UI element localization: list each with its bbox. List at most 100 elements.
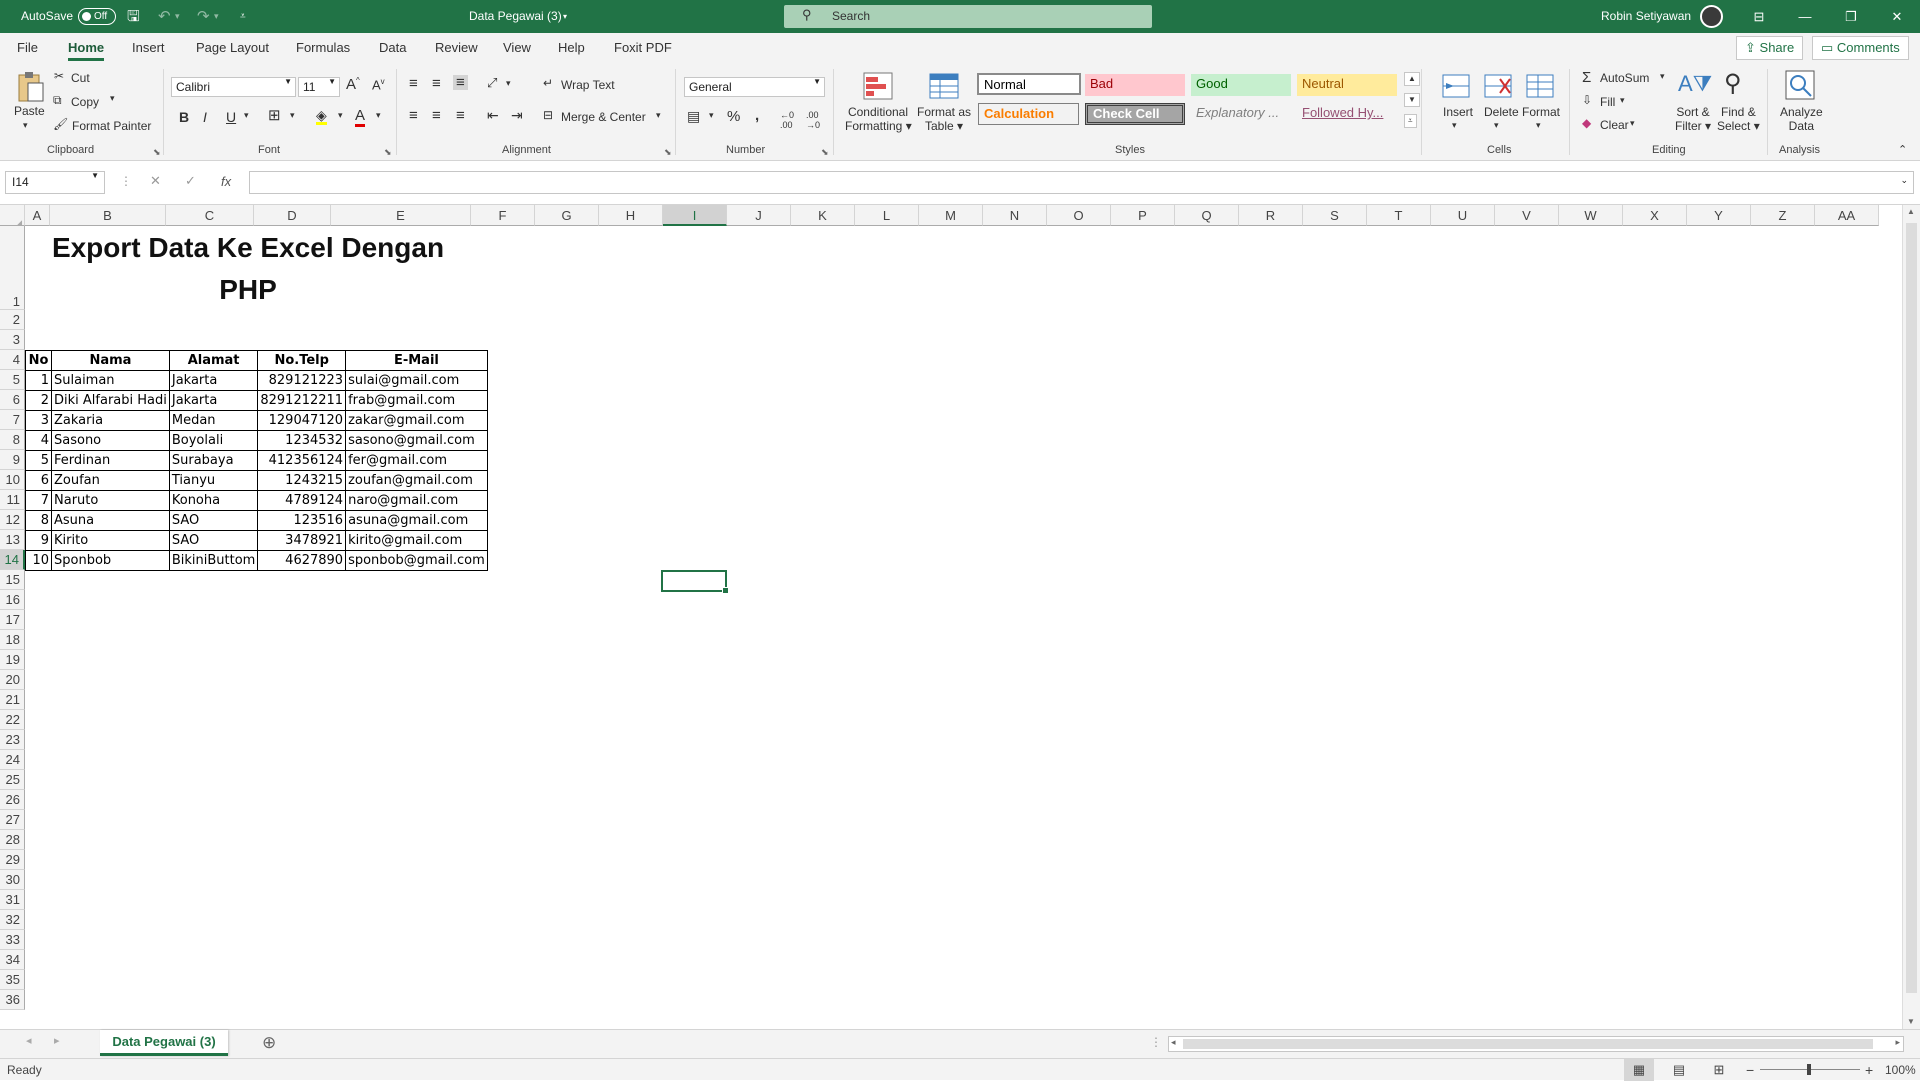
row-header-34[interactable]: 34 — [0, 950, 25, 970]
cell-email[interactable]: naro@gmail.com — [345, 490, 488, 511]
header-no-telp[interactable]: No.Telp — [257, 350, 347, 371]
row-header-35[interactable]: 35 — [0, 970, 25, 990]
cell-email[interactable]: kirito@gmail.com — [345, 530, 488, 551]
cell-email[interactable]: zakar@gmail.com — [345, 410, 488, 431]
enter-formula-icon[interactable]: ✓ — [185, 174, 196, 187]
cell-no-telp[interactable]: 129047120 — [257, 410, 347, 431]
sort-filter-icon[interactable]: A⧩ — [1678, 71, 1712, 97]
row-header-27[interactable]: 27 — [0, 810, 25, 830]
font-name-combo[interactable]: Calibri ▼ — [171, 77, 296, 97]
column-header-r[interactable]: R — [1239, 205, 1303, 226]
vertical-scrollbar[interactable]: ▲ ▼ — [1902, 205, 1920, 1029]
fill-button[interactable]: Fill — [1600, 95, 1615, 109]
column-header-i[interactable]: I — [663, 205, 727, 226]
cell-no[interactable]: 9 — [25, 530, 52, 551]
wrap-text-icon[interactable]: ↵ — [543, 77, 553, 89]
share-button[interactable]: ⇪ Share — [1736, 36, 1804, 60]
align-middle-icon[interactable]: ≡ — [432, 76, 441, 91]
find-select-icon[interactable]: ⚲ — [1724, 69, 1742, 98]
column-header-x[interactable]: X — [1623, 205, 1687, 226]
row-header-26[interactable]: 26 — [0, 790, 25, 810]
decrease-decimal-icon[interactable]: .00 →0 — [806, 110, 820, 130]
eraser-icon[interactable]: ◆ — [1582, 117, 1591, 129]
copy-button[interactable]: Copy — [71, 95, 99, 109]
row-header-22[interactable]: 22 — [0, 710, 25, 730]
delete-button[interactable]: Delete — [1484, 105, 1519, 119]
title-dropdown-icon[interactable]: ▾ — [563, 0, 567, 33]
document-title[interactable]: Data Pegawai (3) — [469, 0, 562, 33]
scroll-right-icon[interactable]: ▸ — [1895, 1038, 1900, 1047]
undo-icon[interactable]: ↶ — [158, 0, 171, 33]
column-header-c[interactable]: C — [166, 205, 254, 226]
cell-no[interactable]: 6 — [25, 470, 52, 491]
cell-no-telp[interactable]: 412356124 — [257, 450, 347, 471]
cell-alamat[interactable]: Tianyu — [168, 470, 259, 491]
column-header-p[interactable]: P — [1111, 205, 1175, 226]
cell-no-telp[interactable]: 8291212211 — [257, 390, 347, 411]
row-header-12[interactable]: 12 — [0, 510, 25, 530]
copy-icon[interactable]: ⧉ — [53, 94, 62, 106]
cell-email[interactable]: sulai@gmail.com — [345, 370, 488, 391]
cell-nama[interactable]: Sponbob — [51, 550, 170, 571]
autosum-icon[interactable]: Σ — [1582, 69, 1591, 86]
cell-no[interactable]: 7 — [25, 490, 52, 511]
minimize-icon[interactable]: — — [1782, 0, 1828, 33]
row-header-33[interactable]: 33 — [0, 930, 25, 950]
tab-splitter-icon[interactable]: ⋮ — [1150, 1036, 1162, 1048]
header-alamat[interactable]: Alamat — [168, 350, 259, 371]
cell-alamat[interactable]: Boyolali — [168, 430, 259, 451]
row-header-29[interactable]: 29 — [0, 850, 25, 870]
tab-file[interactable]: File — [17, 33, 38, 63]
scroll-left-icon[interactable]: ◂ — [1171, 1038, 1176, 1047]
cell-no-telp[interactable]: 829121223 — [257, 370, 347, 391]
fill-color-icon[interactable]: ◈ — [316, 108, 327, 125]
cell-email[interactable]: fer@gmail.com — [345, 450, 488, 471]
merge-dropdown-icon[interactable]: ▾ — [656, 111, 661, 120]
header-nama[interactable]: Nama — [51, 350, 170, 371]
cell-nama[interactable]: Ferdinan — [51, 450, 170, 471]
column-header-t[interactable]: T — [1367, 205, 1431, 226]
scroll-up-icon[interactable]: ▲ — [1907, 208, 1915, 216]
tab-page-layout[interactable]: Page Layout — [196, 33, 269, 63]
style-check-cell[interactable]: Check Cell — [1085, 103, 1185, 125]
column-header-z[interactable]: Z — [1751, 205, 1815, 226]
tab-formulas[interactable]: Formulas — [296, 33, 350, 63]
cell-email[interactable]: frab@gmail.com — [345, 390, 488, 411]
wrap-text-button[interactable]: Wrap Text — [561, 78, 615, 92]
column-header-n[interactable]: N — [983, 205, 1047, 226]
fill-dropdown-icon[interactable]: ▾ — [338, 111, 343, 120]
active-cell-cursor[interactable] — [661, 570, 729, 594]
cell-nama[interactable]: Zoufan — [51, 470, 170, 491]
paste-button[interactable] — [14, 71, 46, 103]
sort-filter-button[interactable]: Sort & Filter ▾ — [1675, 105, 1711, 133]
style-normal[interactable]: Normal — [977, 73, 1081, 95]
style-neutral[interactable]: Neutral — [1297, 74, 1397, 96]
row-header-6[interactable]: 6 — [0, 390, 25, 410]
page-break-view-icon[interactable]: ⊞ — [1704, 1059, 1734, 1081]
column-header-a[interactable]: A — [25, 205, 50, 226]
accounting-dropdown-icon[interactable]: ▾ — [709, 111, 714, 120]
tab-help[interactable]: Help — [558, 33, 585, 63]
paste-dropdown-icon[interactable]: ▾ — [23, 121, 28, 130]
autosum-dropdown-icon[interactable]: ▾ — [1660, 72, 1665, 81]
name-box[interactable]: I14 ▼ — [5, 171, 105, 194]
scroll-down-icon[interactable]: ▼ — [1907, 1018, 1915, 1026]
row-header-5[interactable]: 5 — [0, 370, 25, 390]
cell-alamat[interactable]: Surabaya — [168, 450, 259, 471]
format-as-table-button[interactable]: Format as Table ▾ — [916, 105, 972, 133]
cut-icon[interactable]: ✂ — [54, 70, 64, 82]
font-launcher-icon[interactable]: ⬊ — [384, 147, 392, 158]
cell-no[interactable]: 10 — [25, 550, 52, 571]
customize-qat-icon[interactable]: ⩡ — [240, 0, 246, 33]
column-header-q[interactable]: Q — [1175, 205, 1239, 226]
cell-no-telp[interactable]: 4627890 — [257, 550, 347, 571]
fill-dropdown-icon[interactable]: ▾ — [1620, 96, 1625, 105]
autosave-toggle[interactable]: Off — [78, 8, 116, 25]
horizontal-scrollbar[interactable]: ◂ ▸ — [1168, 1036, 1904, 1052]
header-no[interactable]: No — [25, 350, 52, 371]
row-header-3[interactable]: 3 — [0, 330, 25, 350]
borders-icon[interactable]: ⊞ — [268, 108, 281, 123]
analyze-data-button[interactable]: Analyze Data — [1780, 105, 1823, 133]
tab-foxit-pdf[interactable]: Foxit PDF — [614, 33, 672, 63]
row-header-15[interactable]: 15 — [0, 570, 25, 590]
